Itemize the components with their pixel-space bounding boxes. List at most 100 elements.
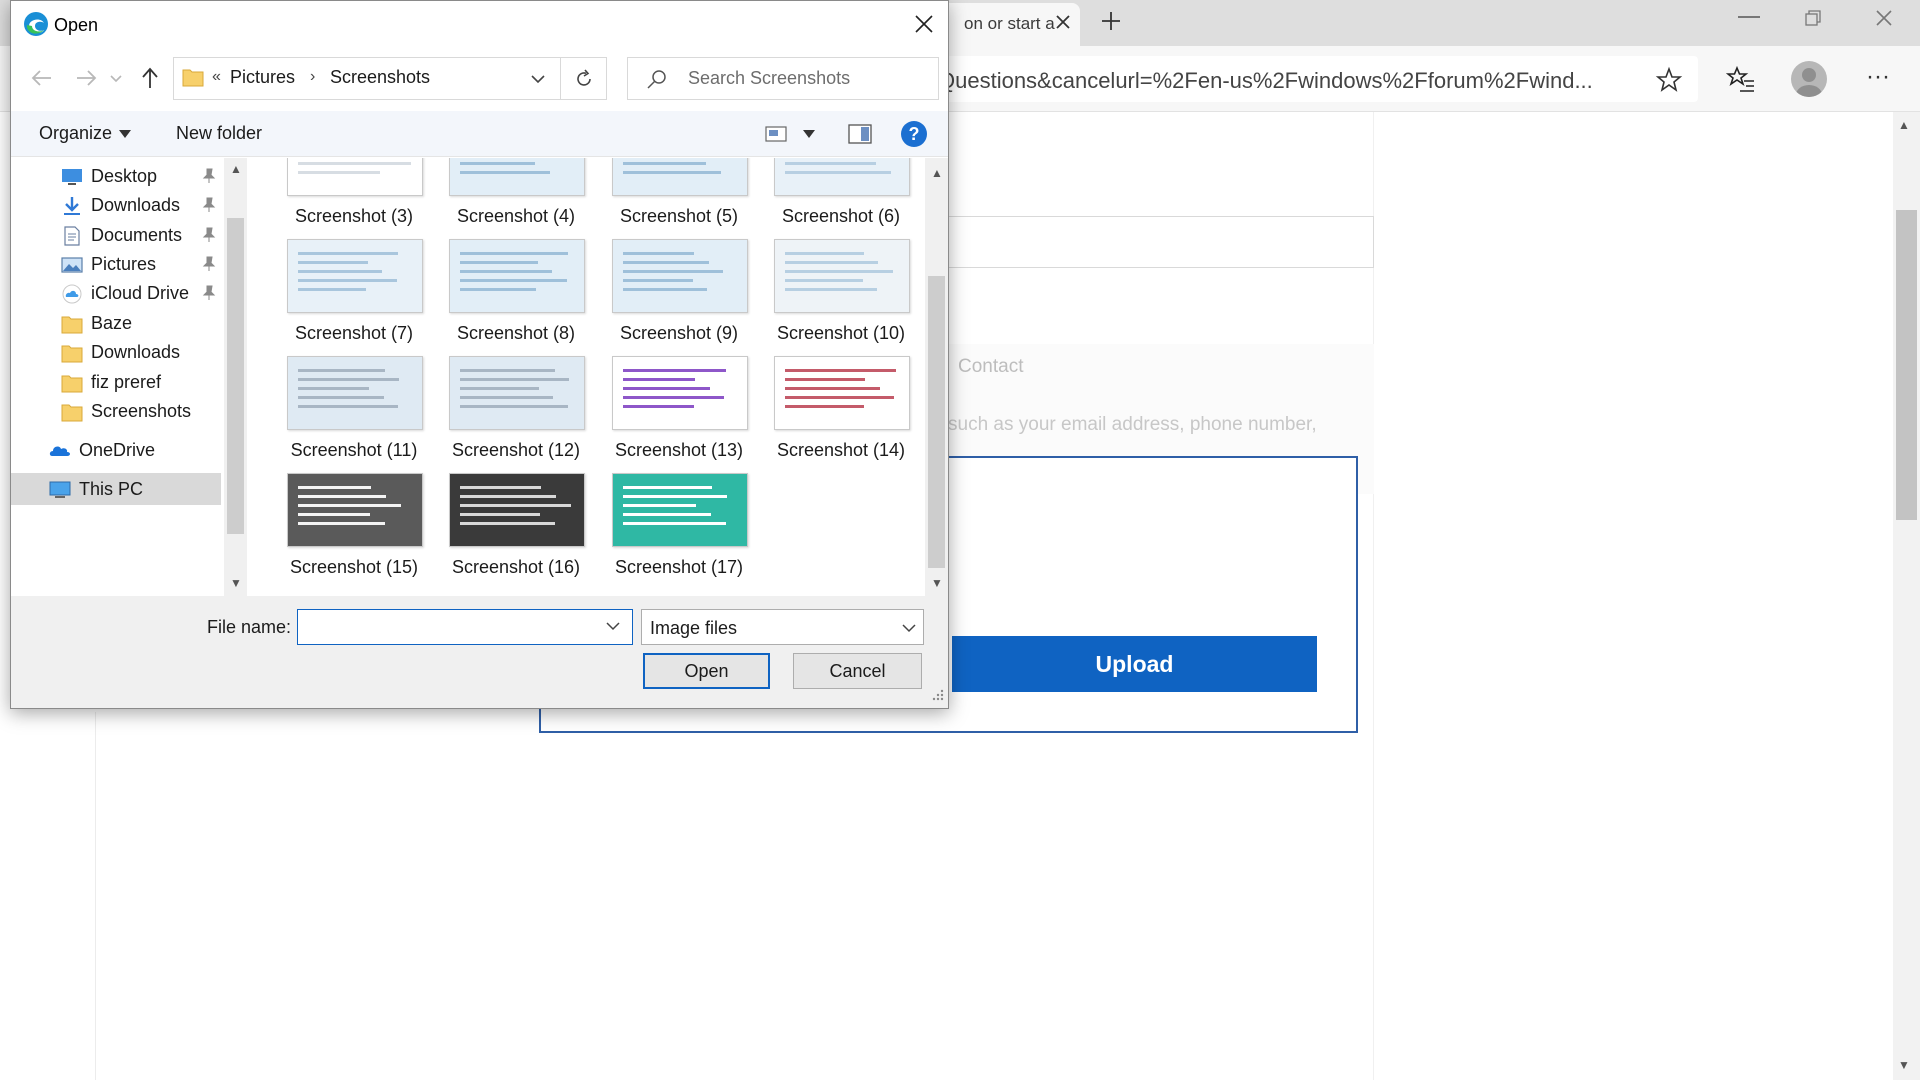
more-icon[interactable]: ··· xyxy=(1864,65,1892,94)
nav-item-label: This PC xyxy=(79,479,144,499)
upload-button[interactable]: Upload xyxy=(952,636,1317,692)
up-arrow-icon[interactable] xyxy=(137,65,163,91)
nav-item[interactable]: Baze xyxy=(11,307,221,339)
chevron-down-icon[interactable] xyxy=(606,621,620,631)
organize-button[interactable]: Organize xyxy=(39,123,112,144)
file-type-select[interactable]: Image files xyxy=(641,609,924,645)
file-item[interactable]: Screenshot (8) xyxy=(435,239,585,357)
nav-item[interactable]: iCloud Drive xyxy=(11,277,221,309)
file-item[interactable]: Screenshot (13) xyxy=(598,356,748,474)
file-name: Screenshot (13) xyxy=(614,440,744,460)
nav-item[interactable]: Documents xyxy=(11,219,221,251)
plus-icon[interactable] xyxy=(1100,10,1122,32)
onedrive-icon xyxy=(49,441,71,461)
scroll-up-arrow-icon[interactable]: ▲ xyxy=(230,162,242,176)
folder-icon xyxy=(182,69,204,87)
scroll-down-arrow-icon[interactable]: ▼ xyxy=(230,576,242,590)
forward-arrow-icon[interactable] xyxy=(73,65,99,91)
this-pc-icon xyxy=(49,480,71,500)
scroll-up-arrow-icon[interactable]: ▲ xyxy=(1898,118,1910,132)
close-icon[interactable] xyxy=(911,11,937,37)
restore-icon[interactable] xyxy=(1805,10,1821,26)
nav-item-label: Downloads xyxy=(91,195,181,215)
nav-item-label: OneDrive xyxy=(79,440,156,460)
nav-item-label: Baze xyxy=(91,313,133,333)
nav-item[interactable]: Downloads xyxy=(11,336,221,368)
scroll-down-arrow-icon[interactable]: ▼ xyxy=(1898,1058,1910,1072)
minimize-icon[interactable] xyxy=(1738,16,1760,18)
preview-pane-icon[interactable] xyxy=(848,123,872,145)
nav-item[interactable]: fiz preref xyxy=(11,366,221,398)
nav-pane-scrollbar-thumb[interactable] xyxy=(227,218,244,534)
dialog-titlebar[interactable]: Open xyxy=(11,1,948,47)
file-thumbnail xyxy=(774,356,910,430)
file-name: Screenshot (11) xyxy=(290,440,418,460)
nav-item[interactable]: Screenshots xyxy=(11,395,221,427)
file-name-input[interactable] xyxy=(297,609,633,645)
file-item[interactable]: Screenshot (5) xyxy=(598,158,748,240)
help-icon[interactable]: ? xyxy=(901,121,927,147)
contact-hint: such as your email address, phone number… xyxy=(948,414,1317,435)
file-item[interactable]: Screenshot (9) xyxy=(598,239,748,357)
breadcrumb-overflow[interactable]: « xyxy=(212,68,221,86)
file-thumbnail xyxy=(287,239,423,313)
favorites-icon[interactable] xyxy=(1726,64,1756,94)
nav-item-label: iCloud Drive xyxy=(91,283,190,303)
file-thumbnail xyxy=(612,239,748,313)
caret-down-icon[interactable] xyxy=(119,130,131,138)
page-scrollbar-thumb[interactable] xyxy=(1896,210,1917,520)
caret-down-icon[interactable] xyxy=(803,130,815,138)
file-item[interactable]: Screenshot (14) xyxy=(760,356,910,474)
close-icon[interactable] xyxy=(1053,12,1073,32)
folder-icon xyxy=(61,402,83,422)
file-item[interactable]: Screenshot (17) xyxy=(598,473,748,591)
file-name: Screenshot (15) xyxy=(289,557,419,577)
file-item[interactable]: Screenshot (12) xyxy=(435,356,585,474)
search-input[interactable]: Search Screenshots xyxy=(627,57,939,100)
breadcrumb-pictures[interactable]: Pictures xyxy=(230,67,295,88)
nav-item-label: fiz preref xyxy=(91,372,162,392)
file-item[interactable]: Screenshot (15) xyxy=(273,473,423,591)
file-item[interactable]: Screenshot (16) xyxy=(435,473,585,591)
scroll-down-arrow-icon[interactable]: ▼ xyxy=(931,576,943,590)
avatar[interactable] xyxy=(1791,61,1827,97)
open-button[interactable]: Open xyxy=(643,653,770,689)
file-item[interactable]: Screenshot (11) xyxy=(273,356,423,474)
view-options-icon[interactable] xyxy=(765,125,787,143)
resize-grip-icon[interactable] xyxy=(931,688,945,702)
window-close-icon[interactable] xyxy=(1874,8,1894,28)
scroll-up-arrow-icon[interactable]: ▲ xyxy=(931,166,943,180)
file-list-scrollbar[interactable]: ▲ ▼ xyxy=(925,158,948,596)
nav-item[interactable]: Desktop xyxy=(11,160,221,192)
address-text[interactable]: Questions&cancelurl=%2Fen-us%2Fwindows%2… xyxy=(938,68,1638,94)
recent-locations-chevron-icon[interactable] xyxy=(109,65,123,91)
folder-icon xyxy=(61,373,83,393)
file-list-scrollbar-thumb[interactable] xyxy=(928,276,945,568)
file-item[interactable]: Screenshot (7) xyxy=(273,239,423,357)
file-item[interactable]: Screenshot (6) xyxy=(760,158,910,240)
star-icon[interactable] xyxy=(1655,66,1683,94)
back-arrow-icon[interactable] xyxy=(29,65,55,91)
nav-item[interactable]: This PC xyxy=(11,473,221,505)
file-item[interactable]: Screenshot (3) xyxy=(273,158,423,240)
folder-icon xyxy=(61,343,83,363)
chevron-right-icon[interactable]: › xyxy=(310,68,315,86)
nav-item[interactable]: OneDrive xyxy=(11,434,221,466)
cancel-button[interactable]: Cancel xyxy=(793,653,922,689)
page-text-field[interactable] xyxy=(930,216,1374,268)
nav-item[interactable]: Downloads xyxy=(11,189,221,221)
nav-pane-scrollbar[interactable]: ▲ ▼ xyxy=(224,158,247,596)
file-name-label: File name: xyxy=(207,617,292,637)
new-folder-button[interactable]: New folder xyxy=(176,123,262,144)
chevron-down-icon[interactable] xyxy=(530,72,546,86)
nav-item[interactable]: Pictures xyxy=(11,248,221,280)
file-item[interactable]: Screenshot (10) xyxy=(760,239,910,357)
breadcrumb-screenshots[interactable]: Screenshots xyxy=(330,67,430,88)
file-item[interactable]: Screenshot (4) xyxy=(435,158,585,240)
pin-icon xyxy=(202,285,216,301)
refresh-button[interactable] xyxy=(561,57,607,100)
breadcrumb[interactable]: « Pictures › Screenshots xyxy=(173,57,561,100)
browser-tab-title[interactable]: on or start a xyxy=(964,14,1055,34)
file-name: Screenshot (12) xyxy=(451,440,581,460)
file-thumbnail xyxy=(449,158,585,196)
